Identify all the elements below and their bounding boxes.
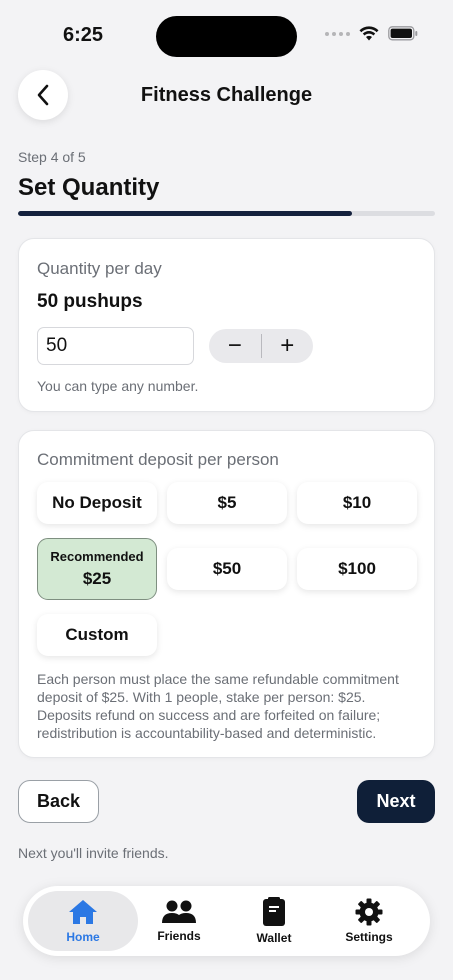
deposit-description: Each person must place the same refundab… [37, 671, 399, 741]
tab-bar: Home Friends Wallet Settings [23, 886, 430, 956]
tab-wallet[interactable]: Wallet [238, 891, 310, 951]
progress-fill [18, 211, 352, 216]
increment-button[interactable]: + [262, 329, 314, 363]
tab-settings[interactable]: Settings [333, 891, 405, 951]
quantity-stepper: − + [209, 329, 313, 363]
tab-friends[interactable]: Friends [143, 891, 215, 951]
progress-bar [18, 211, 435, 216]
tab-home-label: Home [66, 930, 100, 944]
deposit-card: Commitment deposit per person No Deposit… [18, 430, 435, 758]
tab-friends-label: Friends [157, 929, 201, 943]
wifi-icon [359, 26, 379, 41]
deposit-option-50[interactable]: $50 [167, 548, 287, 590]
battery-icon [388, 26, 418, 41]
decrement-button[interactable]: − [209, 329, 261, 363]
status-time: 6:25 [63, 24, 104, 46]
wallet-icon [263, 897, 285, 926]
page-title: Set Quantity [18, 174, 160, 201]
quantity-hint: You can type any number. [37, 378, 199, 394]
quantity-label: Quantity per day [37, 259, 162, 278]
quantity-input[interactable]: 50 [37, 327, 194, 365]
next-button[interactable]: Next [357, 780, 435, 823]
tab-wallet-label: Wallet [256, 931, 292, 945]
cellular-signal-icon [325, 31, 350, 36]
footer-note: Next you'll invite friends. [18, 845, 169, 861]
status-icons [325, 26, 418, 41]
gear-icon [355, 898, 383, 926]
step-indicator: Step 4 of 5 [18, 149, 86, 165]
deposit-label: Commitment deposit per person [37, 450, 279, 469]
quantity-summary: 50 pushups [37, 291, 143, 312]
quantity-card: Quantity per day 50 pushups 50 − + You c… [18, 238, 435, 412]
home-icon [69, 900, 97, 924]
screen: 6:25 Fitness Challenge Step 4 of 5 Set Q… [0, 0, 453, 980]
deposit-option-5[interactable]: $5 [167, 482, 287, 524]
tab-settings-label: Settings [345, 930, 393, 944]
deposit-option-25-label: $25 [82, 569, 112, 588]
deposit-option-100[interactable]: $100 [297, 548, 417, 590]
deposit-option-custom[interactable]: Custom [37, 614, 157, 656]
nav-title: Fitness Challenge [140, 84, 313, 106]
deposit-option-10[interactable]: $10 [297, 482, 417, 524]
deposit-option-25[interactable]: Recommended $25 [37, 538, 157, 600]
deposit-option-none[interactable]: No Deposit [37, 482, 157, 524]
dynamic-island [156, 16, 297, 57]
tab-home[interactable]: Home [28, 891, 138, 951]
recommended-tag: Recommended [50, 549, 144, 564]
back-button[interactable]: Back [18, 780, 99, 823]
friends-icon [162, 900, 196, 923]
